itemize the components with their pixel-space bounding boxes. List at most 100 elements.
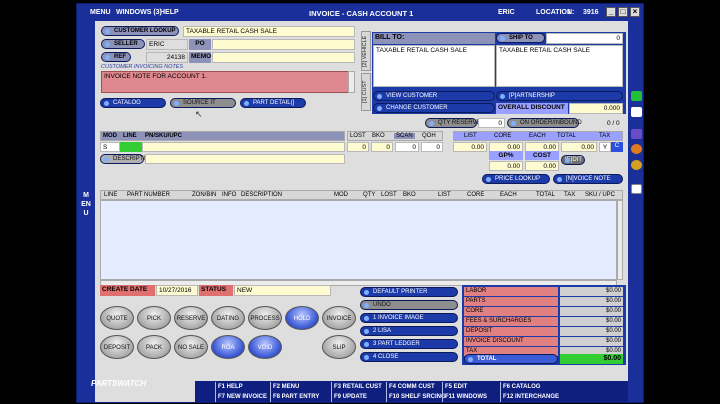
list-field[interactable]: 0.00 bbox=[453, 142, 487, 152]
dating-button[interactable]: DATING bbox=[211, 306, 245, 330]
lines-grid-header: LINE PART NUMBER ZON/BIN INFO DESCRIPTIO… bbox=[100, 190, 623, 200]
fkey-f4[interactable]: F4 COMM CUST bbox=[386, 382, 435, 392]
maximize-icon[interactable]: □ bbox=[618, 7, 628, 17]
side-menu-bar[interactable]: MENU bbox=[77, 21, 95, 402]
view-customer-button[interactable]: VIEW CUSTOMER bbox=[373, 91, 495, 101]
entry-header-2: LOST BKO SCAN QOH bbox=[347, 131, 443, 141]
ship-to-button[interactable]: SHIP TO bbox=[496, 33, 545, 43]
menu-menu[interactable]: MENU bbox=[90, 9, 111, 16]
scan-field[interactable]: 0 bbox=[395, 142, 419, 152]
quote-button[interactable]: QUOTE bbox=[100, 306, 134, 330]
ref-button[interactable]: REF bbox=[101, 52, 131, 62]
gp-field: 0.00 bbox=[489, 161, 523, 171]
col-qoh: QOH bbox=[422, 133, 436, 139]
minimize-icon[interactable]: _ bbox=[606, 7, 616, 17]
source-it-button[interactable]: SOURCE IT bbox=[170, 98, 236, 108]
seller-button[interactable]: SELLER bbox=[101, 39, 145, 49]
undo-button[interactable]: UNDO bbox=[360, 300, 458, 310]
invoice-image-button[interactable]: 1 INVOICE IMAGE bbox=[360, 313, 458, 323]
hold-button[interactable]: HOLD bbox=[285, 306, 319, 330]
part-detail-button[interactable]: PART DETAIL(] bbox=[240, 98, 306, 108]
fkey-f6[interactable]: F6 CATALOG bbox=[500, 382, 540, 392]
seller-field[interactable]: ERIC bbox=[146, 39, 188, 50]
tab-vehicle[interactable]: [2] VEHICLE bbox=[361, 31, 371, 71]
customer-lookup-button[interactable]: CUSTOMER LOOKUP bbox=[101, 26, 179, 36]
grid-col-each: EACH bbox=[500, 192, 517, 198]
fkey-f3[interactable]: F3 RETAIL CUST bbox=[331, 382, 382, 392]
lisa-button[interactable]: 2 LISA bbox=[360, 326, 458, 336]
catalog-button[interactable]: CATALOG bbox=[100, 98, 166, 108]
customer-lookup-field[interactable]: TAXABLE RETAIL CASH SALE bbox=[183, 26, 355, 37]
no-sale-button[interactable]: NO SALE bbox=[174, 335, 208, 359]
change-customer-button[interactable]: CHANGE CUSTOMER bbox=[373, 103, 495, 113]
fkey-f8[interactable]: F8 PART ENTRY bbox=[270, 392, 319, 402]
fkey-f5[interactable]: F5 EDIT bbox=[442, 382, 467, 392]
process-button[interactable]: PROCESS bbox=[248, 306, 282, 330]
menu-help[interactable]: HELP bbox=[160, 9, 179, 16]
customer-notes-field[interactable]: INVOICE NOTE FOR ACCOUNT 1. bbox=[101, 71, 351, 93]
orange-icon[interactable] bbox=[631, 144, 642, 154]
on-order-button[interactable]: ON ORDER/INBOUND bbox=[507, 118, 582, 128]
default-printer-button[interactable]: DEFAULT PRINTER bbox=[360, 287, 458, 297]
fkey-f9[interactable]: F9 UPDATE bbox=[331, 392, 367, 402]
partnership-button[interactable]: [P]ARTNERSHIP bbox=[496, 91, 623, 101]
invoice-note-button[interactable]: [N]VOICE NOTE bbox=[553, 174, 623, 184]
fkey-f2[interactable]: F2 MENU bbox=[270, 382, 299, 392]
mod-field[interactable]: S bbox=[100, 142, 120, 152]
roa-button[interactable]: ROA bbox=[211, 335, 245, 359]
coin-icon[interactable] bbox=[631, 160, 642, 170]
main-panel: CUSTOMER LOOKUP TAXABLE RETAIL CASH SALE… bbox=[95, 21, 628, 402]
tax-y-field[interactable]: Y bbox=[599, 142, 611, 152]
line-field[interactable] bbox=[120, 142, 142, 152]
bill-to-field[interactable]: TAXABLE RETAIL CASH SALE bbox=[373, 45, 495, 87]
invoice-button[interactable]: INVOICE bbox=[322, 306, 356, 330]
overall-discount-field[interactable]: 0.000 bbox=[569, 103, 623, 114]
ship-to-qty[interactable]: 0 bbox=[546, 33, 623, 44]
close-icon[interactable]: × bbox=[630, 7, 640, 17]
purple-icon[interactable] bbox=[631, 129, 642, 139]
fkey-f7[interactable]: F7 NEW INVOICE bbox=[215, 392, 267, 402]
price-lookup-button[interactable]: PRICE LOOKUP bbox=[482, 174, 550, 184]
fkey-f1[interactable]: F1 HELP bbox=[215, 382, 243, 392]
menu-windows[interactable]: WINDOWS (3) bbox=[116, 9, 162, 16]
void-button[interactable]: VOID bbox=[248, 335, 282, 359]
grid-scrollbar[interactable] bbox=[617, 200, 623, 280]
po-field[interactable] bbox=[212, 39, 355, 50]
col-scan[interactable]: SCAN bbox=[394, 133, 415, 139]
grid-col-sku: SKU / UPC bbox=[585, 192, 616, 198]
function-key-bar: F1 HELP F2 MENU F3 RETAIL CUST F4 COMM C… bbox=[195, 381, 628, 402]
description-label[interactable]: DESCRIPTION bbox=[100, 154, 154, 164]
fkey-f12[interactable]: F12 INTERCHANGE bbox=[500, 392, 559, 402]
lines-grid[interactable] bbox=[100, 200, 617, 280]
deposit-button[interactable]: DEPOSIT bbox=[100, 335, 134, 359]
memo-field[interactable] bbox=[212, 52, 355, 63]
blank-icon[interactable] bbox=[631, 107, 642, 117]
col-core: CORE bbox=[494, 133, 512, 139]
ship-to-field[interactable]: TAXABLE RETAIL CASH SALE bbox=[496, 45, 623, 87]
description-field[interactable] bbox=[145, 154, 345, 164]
bko-field[interactable]: 0 bbox=[371, 142, 393, 152]
total-label: TOTAL bbox=[464, 354, 558, 364]
reserve-button[interactable]: RESERVE bbox=[174, 306, 208, 330]
qty-reserve-button[interactable]: QTY RESERVE bbox=[425, 118, 480, 128]
part-ledger-button[interactable]: 3 PART LEDGER bbox=[360, 339, 458, 349]
pack-button[interactable]: PACK bbox=[137, 335, 171, 359]
fees-label: FEES & SURCHARGES bbox=[464, 317, 558, 326]
fkey-f10[interactable]: F10 SHELF SRCING bbox=[386, 392, 446, 402]
cost-field: 0.00 bbox=[525, 161, 559, 171]
slip-button[interactable]: SLIP bbox=[322, 335, 356, 359]
tab-cust[interactable]: [1] CUST bbox=[361, 73, 371, 111]
email-icon[interactable] bbox=[631, 184, 642, 194]
edit-button[interactable]: [E]DIT bbox=[561, 155, 585, 165]
lost-field[interactable]: 0 bbox=[347, 142, 369, 152]
create-date-label: CREATE DATE bbox=[100, 285, 155, 296]
close-button[interactable]: 4 CLOSE bbox=[360, 352, 458, 362]
notes-scrollbar[interactable] bbox=[348, 71, 355, 93]
tax-c-field[interactable]: C bbox=[611, 142, 623, 152]
fkey-f11[interactable]: F11 WINDOWS bbox=[442, 392, 487, 402]
qty-reserve-field[interactable]: 0 bbox=[478, 118, 505, 128]
pn-field[interactable] bbox=[142, 142, 345, 152]
status-green-icon[interactable] bbox=[631, 91, 642, 101]
ref-field[interactable]: 24138 bbox=[146, 52, 188, 63]
pick-button[interactable]: PICK bbox=[137, 306, 171, 330]
